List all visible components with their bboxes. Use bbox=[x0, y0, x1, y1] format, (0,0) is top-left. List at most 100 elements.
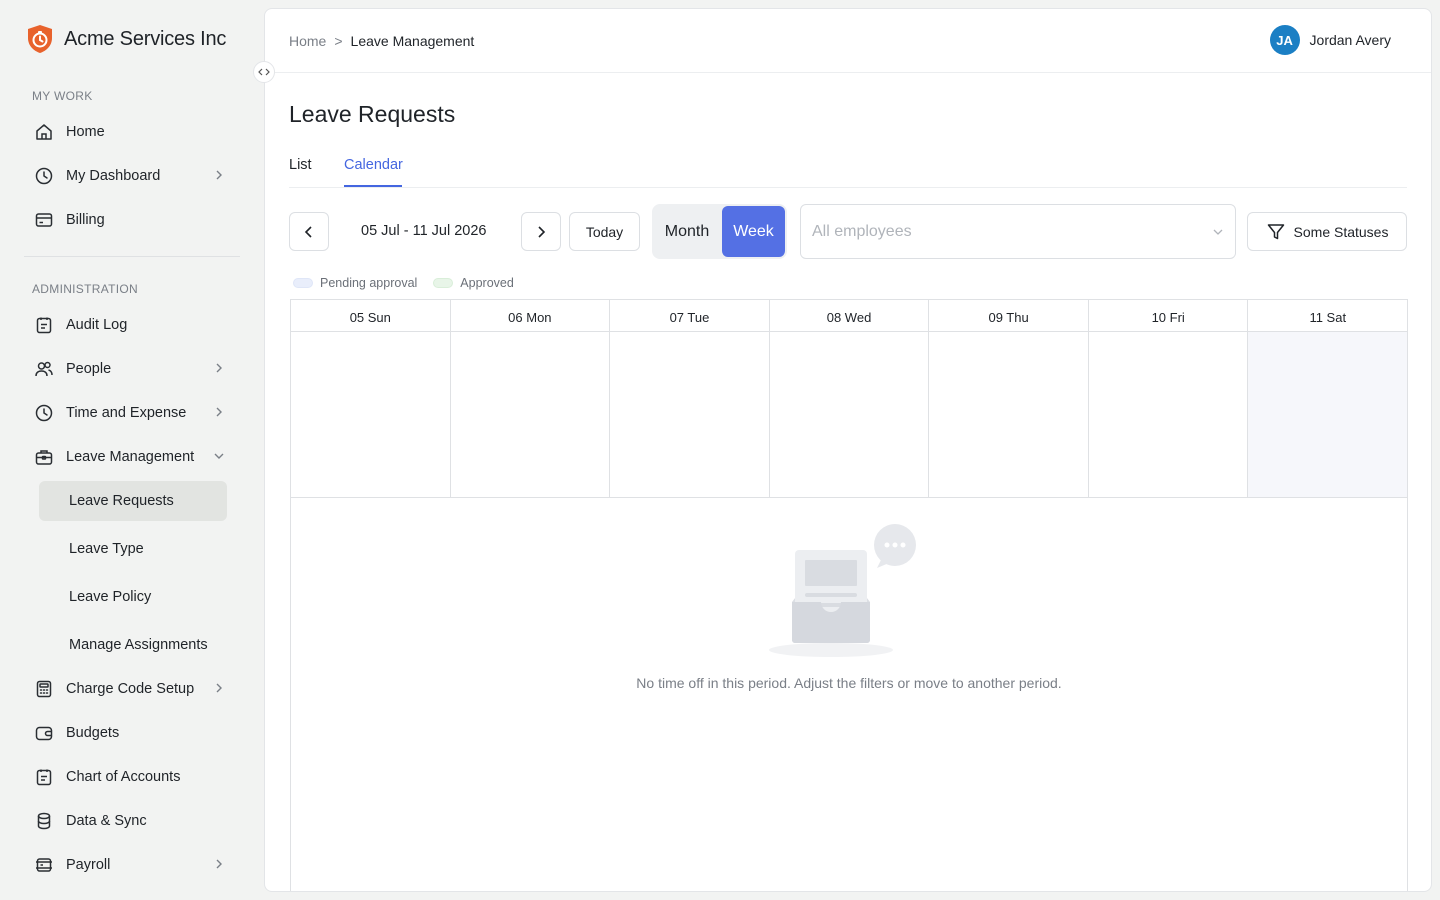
sidebar-item-label: My Dashboard bbox=[66, 168, 161, 184]
brand-name: Acme Services Inc bbox=[64, 27, 227, 50]
database-icon bbox=[34, 811, 54, 831]
sidebar-collapse-button[interactable] bbox=[253, 61, 275, 83]
section-label-my-work: MY WORK bbox=[32, 89, 93, 103]
section-label-administration: ADMINISTRATION bbox=[32, 282, 138, 296]
previous-period-button[interactable] bbox=[289, 212, 329, 251]
status-filter-button[interactable]: Some Statuses bbox=[1247, 212, 1407, 251]
clock-icon bbox=[34, 166, 54, 186]
chevron-right-icon bbox=[216, 170, 222, 180]
week-calendar: 05 Sun 06 Mon 07 Tue 08 Wed 09 Thu 10 Fr… bbox=[290, 299, 1408, 891]
day-cell[interactable] bbox=[929, 332, 1089, 497]
week-view-button[interactable]: Week bbox=[722, 206, 785, 257]
main-panel: Home > Leave Management JA Jordan Avery … bbox=[264, 8, 1432, 892]
sidebar-subitem-leave-type[interactable]: Leave Type bbox=[39, 529, 227, 569]
breadcrumb-separator: > bbox=[334, 33, 343, 49]
day-header: 10 Fri bbox=[1089, 300, 1249, 331]
view-mode-toggle: Month Week bbox=[652, 204, 787, 259]
day-cell-highlighted[interactable] bbox=[1248, 332, 1408, 497]
sidebar-item-budgets[interactable]: Budgets bbox=[24, 713, 240, 753]
tab-list[interactable]: List bbox=[289, 157, 312, 173]
tab-calendar[interactable]: Calendar bbox=[344, 157, 403, 173]
sidebar-subitem-manage-assignments[interactable]: Manage Assignments bbox=[39, 625, 227, 665]
ledger-icon bbox=[34, 767, 54, 787]
empty-inbox-illustration bbox=[769, 524, 916, 657]
sidebar-item-label: Audit Log bbox=[66, 317, 128, 333]
sidebar-item-label: Billing bbox=[66, 212, 105, 228]
clock-icon bbox=[34, 403, 54, 423]
chevron-down-icon bbox=[1213, 229, 1223, 235]
day-header: 07 Tue bbox=[610, 300, 770, 331]
calendar-body bbox=[291, 332, 1408, 498]
view-tabs: List Calendar bbox=[289, 145, 1407, 188]
sidebar-item-audit-log[interactable]: Audit Log bbox=[24, 305, 240, 345]
sidebar-item-label: People bbox=[66, 361, 112, 377]
sidebar-subitem-leave-requests[interactable]: Leave Requests bbox=[39, 481, 227, 521]
sidebar-item-payroll[interactable]: Payroll bbox=[24, 845, 240, 885]
breadcrumb-home-link[interactable]: Home bbox=[289, 33, 326, 49]
day-header: 11 Sat bbox=[1309, 310, 1347, 325]
audit-log-icon bbox=[34, 315, 54, 335]
chevron-right-icon bbox=[216, 859, 222, 869]
sidebar-item-data-sync[interactable]: Data & Sync bbox=[24, 801, 240, 841]
user-menu[interactable]: JA Jordan Avery bbox=[1269, 25, 1391, 55]
empty-state-message: No time off in this period. Adjust the f… bbox=[636, 675, 1062, 691]
next-period-button[interactable] bbox=[521, 212, 561, 251]
sidebar-item-label: Chart of Accounts bbox=[66, 769, 181, 785]
day-header: 05 Sun bbox=[291, 300, 451, 331]
brand[interactable]: Acme Services Inc bbox=[26, 24, 226, 54]
sidebar-item-home[interactable]: Home bbox=[24, 112, 240, 152]
day-cell[interactable] bbox=[770, 332, 930, 497]
legend-label: Pending approval bbox=[320, 276, 418, 290]
empty-state: No time off in this period. Adjust the f… bbox=[291, 520, 1407, 691]
date-range-label: 05 Jul - 11 Jul 2026 bbox=[361, 223, 487, 239]
chevron-left-icon bbox=[304, 225, 312, 238]
sidebar-item-charge-code-setup[interactable]: Charge Code Setup bbox=[24, 669, 240, 709]
legend-label: Approved bbox=[460, 276, 514, 290]
people-icon bbox=[34, 359, 54, 379]
month-view-button[interactable]: Month bbox=[652, 204, 722, 259]
sidebar-item-label: Data & Sync bbox=[66, 813, 147, 829]
chevron-right-icon bbox=[216, 683, 222, 693]
calendar-legend: Pending approval Approved bbox=[293, 276, 530, 290]
sidebar-subitem-leave-policy[interactable]: Leave Policy bbox=[39, 577, 227, 617]
day-header: 09 Thu bbox=[929, 300, 1089, 331]
employee-select[interactable]: All employees bbox=[800, 204, 1236, 259]
page-title: Leave Requests bbox=[289, 101, 456, 127]
day-cell[interactable] bbox=[1089, 332, 1249, 497]
calendar-header: 05 Sun 06 Mon 07 Tue 08 Wed 09 Thu 10 Fr… bbox=[291, 300, 1407, 332]
sidebar-item-label: Home bbox=[66, 124, 105, 140]
day-cell[interactable] bbox=[451, 332, 611, 497]
home-icon bbox=[34, 122, 54, 142]
day-cell[interactable] bbox=[291, 332, 451, 497]
chevron-right-icon bbox=[216, 363, 222, 373]
sidebar-item-my-dashboard[interactable]: My Dashboard bbox=[24, 156, 240, 196]
wallet-icon bbox=[34, 723, 54, 743]
code-toggle-icon bbox=[258, 68, 270, 76]
sidebar-item-billing[interactable]: Billing bbox=[24, 200, 240, 240]
sidebar-item-label: Charge Code Setup bbox=[66, 681, 195, 697]
sidebar-item-label: Payroll bbox=[66, 857, 111, 873]
user-name: Jordan Avery bbox=[1309, 32, 1391, 48]
top-bar: Home > Leave Management JA Jordan Avery bbox=[265, 9, 1431, 73]
sidebar: Acme Services Inc MY WORK Home My Dashbo… bbox=[0, 0, 264, 900]
active-tab-indicator bbox=[344, 185, 402, 187]
sidebar-item-chart-of-accounts[interactable]: Chart of Accounts bbox=[24, 757, 240, 797]
day-header: 08 Wed bbox=[770, 300, 930, 331]
shield-logo-icon bbox=[28, 25, 52, 53]
calculator-icon bbox=[34, 679, 54, 699]
avatar: JA bbox=[1269, 25, 1300, 55]
payroll-icon bbox=[34, 855, 54, 875]
sidebar-item-label: Leave Management bbox=[66, 449, 195, 465]
sidebar-item-leave-management[interactable]: Leave Management bbox=[24, 437, 240, 477]
legend-swatch-approved bbox=[433, 278, 454, 288]
sidebar-item-time-and-expense[interactable]: Time and Expense bbox=[24, 393, 240, 433]
breadcrumb-current: Leave Management bbox=[350, 33, 475, 49]
breadcrumb: Home > Leave Management bbox=[289, 33, 474, 49]
sidebar-divider bbox=[24, 256, 240, 257]
sidebar-item-people[interactable]: People bbox=[24, 349, 240, 389]
legend-item-approved: Approved bbox=[433, 276, 514, 290]
legend-swatch-pending bbox=[293, 278, 313, 288]
today-button[interactable]: Today bbox=[569, 212, 640, 251]
day-cell[interactable] bbox=[610, 332, 770, 497]
employee-select-placeholder: All employees bbox=[812, 222, 912, 240]
